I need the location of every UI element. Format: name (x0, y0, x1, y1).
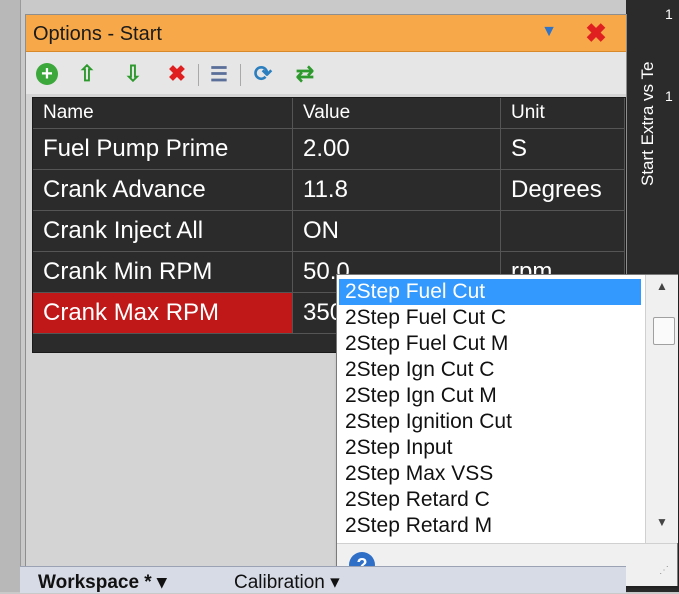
resize-grip-icon[interactable]: ⋰ (659, 566, 673, 582)
dropdown-item[interactable]: 2Step Fuel Cut (339, 279, 641, 305)
bottom-tab-bar: Workspace * ▾ Calibration ▾ (20, 566, 626, 593)
dropdown-item[interactable]: 2Step Fuel Cut M (339, 331, 641, 357)
row-unit[interactable]: S (501, 129, 625, 169)
dropdown-item[interactable]: 2Step Ign Cut C (339, 357, 641, 383)
panel-title: Options - Start (33, 23, 162, 45)
scroll-up-icon[interactable]: ▲ (646, 279, 678, 299)
scroll-thumb[interactable] (653, 317, 675, 345)
dropdown-item[interactable]: 2Step Ignition Cut (339, 409, 641, 435)
add-button[interactable]: + (34, 61, 60, 87)
row-name[interactable]: Fuel Pump Prime (33, 129, 293, 169)
delete-icon: ✖ (167, 61, 187, 86)
row-value[interactable]: 2.00 (293, 129, 501, 169)
table-row[interactable]: Crank Inject All ON (33, 211, 625, 252)
row-value[interactable]: 11.8 (293, 170, 501, 210)
add-icon: + (36, 63, 58, 85)
value-dropdown-popup: 2Step Fuel Cut 2Step Fuel Cut C 2Step Fu… (336, 274, 678, 586)
refresh-button[interactable]: ⟳ (250, 61, 276, 87)
scroll-down-icon[interactable]: ▼ (646, 515, 678, 535)
list-icon: ☰ (210, 63, 228, 86)
column-header-unit[interactable]: Unit (501, 98, 625, 128)
row-unit[interactable]: Degrees (501, 170, 625, 210)
row-name[interactable]: Crank Inject All (33, 211, 293, 251)
side-digit-2: 1 (665, 88, 673, 104)
title-bar: Options - Start ▼ ✖ (26, 15, 626, 52)
side-digit-1: 1 (665, 6, 673, 22)
dropdown-icon[interactable]: ▼ (536, 23, 562, 43)
sync-icon: ⇄ (295, 61, 315, 86)
row-unit[interactable] (501, 211, 625, 251)
table-row[interactable]: Crank Advance 11.8 Degrees (33, 170, 625, 211)
delete-button[interactable]: ✖ (164, 61, 190, 87)
move-up-button[interactable]: ⇧ (74, 61, 100, 87)
tab-workspace[interactable]: Workspace * ▾ (38, 571, 167, 593)
table-row[interactable]: Fuel Pump Prime 2.00 S (33, 129, 625, 170)
column-header-name[interactable]: Name (33, 98, 293, 128)
toolbar: + ⇧ ⇩ ✖ ☰ ⟳ ⇄ (26, 52, 626, 94)
dropdown-list: 2Step Fuel Cut 2Step Fuel Cut C 2Step Fu… (337, 275, 643, 543)
list-button[interactable]: ☰ (206, 61, 232, 87)
dropdown-item[interactable]: 2Step Retard M (339, 513, 641, 539)
row-name[interactable]: Crank Max RPM (33, 293, 293, 333)
column-header-value[interactable]: Value (293, 98, 501, 128)
scrollbar[interactable]: ▲ ▼ (645, 275, 678, 543)
row-name[interactable]: Crank Advance (33, 170, 293, 210)
dropdown-item[interactable]: 2Step Max VSS (339, 461, 641, 487)
dropdown-item[interactable]: 2Step Fuel Cut C (339, 305, 641, 331)
row-name[interactable]: Crank Min RPM (33, 252, 293, 292)
tab-calibration[interactable]: Calibration ▾ (234, 571, 340, 593)
row-value[interactable]: ON (293, 211, 501, 251)
arrow-up-icon: ⇧ (77, 61, 97, 86)
move-down-button[interactable]: ⇩ (120, 61, 146, 87)
dropdown-item[interactable]: 2Step Retard C (339, 487, 641, 513)
side-tab-label[interactable]: Start Extra vs Te (638, 6, 658, 186)
refresh-icon: ⟳ (253, 61, 273, 86)
toolbar-separator (198, 64, 199, 86)
dropdown-item[interactable]: 2Step Input (339, 435, 641, 461)
grid-header: Name Value Unit (33, 98, 625, 129)
toolbar-separator (240, 64, 241, 86)
close-icon[interactable]: ✖ (582, 19, 610, 47)
sync-button[interactable]: ⇄ (292, 61, 318, 87)
left-frame (0, 0, 21, 592)
dropdown-item[interactable]: 2Step Ign Cut M (339, 383, 641, 409)
arrow-down-icon: ⇩ (123, 61, 143, 86)
